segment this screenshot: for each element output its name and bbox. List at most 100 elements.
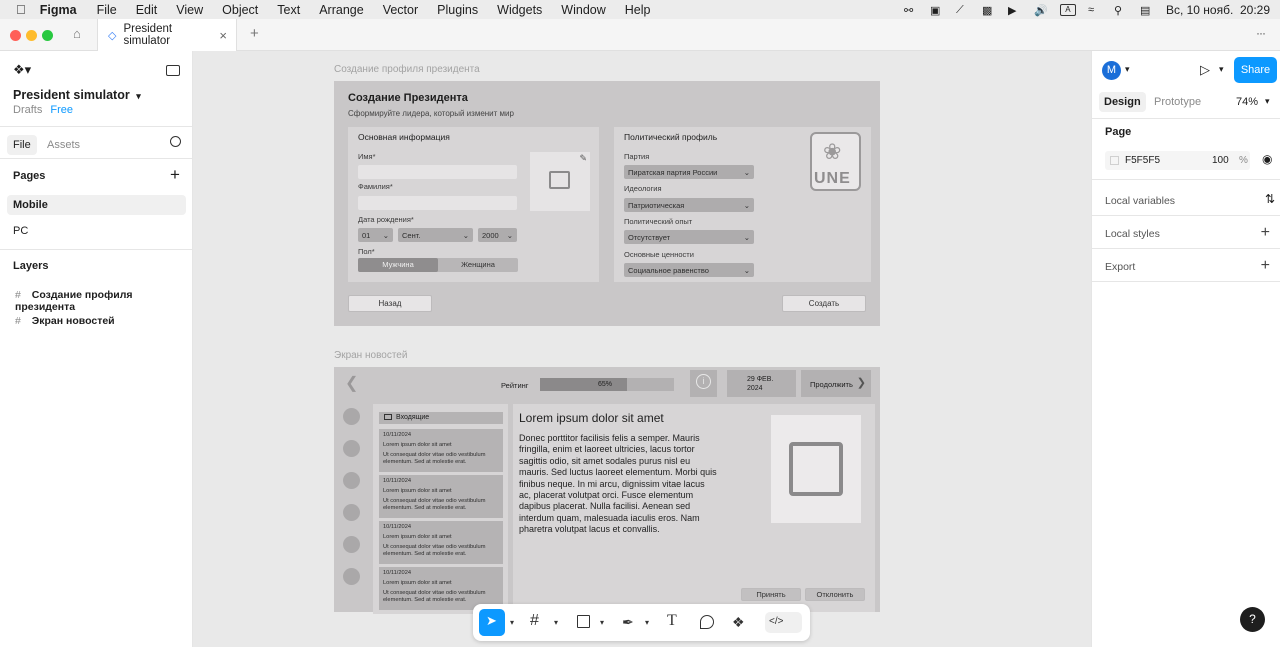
nav-dot[interactable] <box>343 440 360 457</box>
chevron-down-icon[interactable]: ▾ <box>1219 64 1224 75</box>
search-icon[interactable] <box>170 136 181 147</box>
sliders-icon[interactable]: ⇅ <box>1265 192 1275 206</box>
news-item[interactable]: 10/11/2024 Lorem ipsum dolor sit amet Ut… <box>379 521 503 564</box>
create-button[interactable]: Создать <box>782 295 866 312</box>
surname-field[interactable] <box>358 196 517 210</box>
gender-male-option[interactable]: Мужчина <box>358 258 438 272</box>
tab-design[interactable]: Design <box>1099 92 1146 112</box>
add-page-icon[interactable]: + <box>170 165 180 185</box>
move-tool[interactable]: ➤ <box>479 609 505 636</box>
news-item[interactable]: 10/11/2024 Lorem ipsum dolor sit amet Ut… <box>379 429 503 472</box>
nav-dot[interactable] <box>343 408 360 425</box>
accept-button[interactable]: Принять <box>741 588 801 601</box>
wifi-icon[interactable]: ≈ <box>1088 4 1102 16</box>
tab-president-simulator[interactable]: ◇ President simulator × <box>97 19 237 51</box>
nav-dot[interactable] <box>343 472 360 489</box>
pen-tool-icon[interactable]: ✒ <box>622 614 634 631</box>
chevron-down-icon[interactable]: ▾ <box>554 618 558 627</box>
menu-widgets[interactable]: Widgets <box>497 3 542 17</box>
menu-vector[interactable]: Vector <box>383 3 418 17</box>
back-chevron-icon[interactable]: ❮ <box>345 373 358 393</box>
toggle-sidebar-icon[interactable] <box>166 65 180 76</box>
tab-assets[interactable]: Assets <box>47 139 80 151</box>
gender-female-option[interactable]: Женщина <box>438 258 518 272</box>
menu-app-name[interactable]: Figma <box>40 3 77 17</box>
canvas[interactable]: Создание профиля президента Создание Пре… <box>193 51 1091 647</box>
home-icon[interactable]: ⌂ <box>73 26 81 41</box>
plan-badge[interactable]: Free <box>50 104 73 116</box>
zoom-level[interactable]: 74% <box>1236 96 1258 108</box>
file-title[interactable]: President simulator ▾ <box>13 88 141 102</box>
menu-object[interactable]: Object <box>222 3 258 17</box>
chevron-down-icon[interactable]: ▾ <box>600 618 604 627</box>
info-button[interactable]: i <box>690 370 717 397</box>
close-tab-icon[interactable]: × <box>219 28 227 43</box>
inbox-header[interactable]: Входящие <box>379 412 503 424</box>
avatar-upload[interactable]: ✎ <box>530 152 590 211</box>
export-label[interactable]: Export <box>1105 261 1135 273</box>
figma-status-icon[interactable]: ⚯ <box>904 4 918 17</box>
menu-view[interactable]: View <box>176 3 203 17</box>
menu-help[interactable]: Help <box>625 3 651 17</box>
menu-edit[interactable]: Edit <box>136 3 158 17</box>
frame-profile[interactable]: Создание Президента Сформируйте лидера, … <box>334 81 880 326</box>
play-circle-icon[interactable]: ▶ <box>1008 4 1022 17</box>
present-play-icon[interactable]: ▷ <box>1200 62 1210 78</box>
box-icon[interactable]: ▣ <box>930 4 944 17</box>
chevron-down-icon[interactable]: ▾ <box>1125 64 1130 75</box>
clock[interactable]: Вс, 10 нояб. 20:29 <box>1166 3 1270 17</box>
page-item-pc[interactable]: PC <box>13 225 28 237</box>
reject-button[interactable]: Отклонить <box>805 588 865 601</box>
close-window-button[interactable] <box>10 30 21 41</box>
menu-plugins[interactable]: Plugins <box>437 3 478 17</box>
control-center-icon[interactable]: ▤ <box>1140 4 1154 17</box>
menu-window[interactable]: Window <box>561 3 605 17</box>
comment-tool-icon[interactable] <box>700 615 714 629</box>
values-select[interactable]: Социальное равенство ⌄ <box>624 263 754 277</box>
news-item[interactable]: 10/11/2024 Lorem ipsum dolor sit amet Ut… <box>379 475 503 518</box>
frame-label-news[interactable]: Экран новостей <box>334 350 407 361</box>
new-tab-button[interactable]: + <box>250 25 259 42</box>
figma-menu-icon[interactable]: ❖▾ <box>13 62 31 78</box>
add-export-icon[interactable]: + <box>1261 257 1270 275</box>
layer-item-profile[interactable]: # Создание профиля президента <box>15 289 192 313</box>
frame-tool-icon[interactable]: # <box>530 612 539 630</box>
minimize-window-button[interactable] <box>26 30 37 41</box>
local-variables[interactable]: Local variables <box>1105 195 1175 207</box>
frame-label-profile[interactable]: Создание профиля президента <box>334 64 480 75</box>
local-styles[interactable]: Local styles <box>1105 228 1160 240</box>
rectangle-tool-icon[interactable] <box>577 615 590 628</box>
layer-item-news[interactable]: # Экран новостей <box>15 315 115 327</box>
frame-news[interactable]: ❮ Рейтинг 65% i 29 ФЕВ. 2024 Продолжить … <box>334 367 880 614</box>
zoom-window-button[interactable] <box>42 30 53 41</box>
help-button[interactable]: ? <box>1240 607 1265 632</box>
input-source-icon[interactable]: A <box>1059 3 1076 16</box>
page-color-field[interactable]: F5F5F5 100 % <box>1105 151 1250 170</box>
edit-pencil-icon[interactable]: ✎ <box>579 153 587 164</box>
add-style-icon[interactable]: + <box>1261 224 1270 242</box>
page-item-mobile[interactable]: Mobile <box>7 195 186 215</box>
day-select[interactable]: 01 ⌄ <box>358 228 393 242</box>
back-button[interactable]: Назад <box>348 295 432 312</box>
chevron-down-icon[interactable]: ▾ <box>510 618 514 627</box>
nav-dot[interactable] <box>343 504 360 521</box>
continue-button[interactable]: Продолжить ❯ <box>801 370 871 397</box>
tab-prototype[interactable]: Prototype <box>1154 96 1201 108</box>
chevron-down-icon[interactable]: ▾ <box>645 618 649 627</box>
visibility-eye-icon[interactable]: ◉ <box>1262 152 1272 166</box>
menu-file[interactable]: File <box>97 3 117 17</box>
nav-dot[interactable] <box>343 536 360 553</box>
year-select[interactable]: 2000 ⌄ <box>478 228 517 242</box>
screen-share-icon[interactable]: ▩ <box>982 4 996 17</box>
ideology-select[interactable]: Патриотическая ⌄ <box>624 198 754 212</box>
name-field[interactable] <box>358 165 517 179</box>
avatar[interactable]: M <box>1102 61 1121 80</box>
dev-mode-toggle[interactable]: </> <box>765 612 802 633</box>
party-select[interactable]: Пиратская партия России ⌄ <box>624 165 754 179</box>
month-select[interactable]: Сент. ⌄ <box>398 228 473 242</box>
drafts-link[interactable]: Drafts <box>13 104 42 116</box>
menu-text[interactable]: Text <box>277 3 300 17</box>
pen-slash-icon[interactable]: ⟋ <box>956 4 970 16</box>
nav-dot[interactable] <box>343 568 360 585</box>
chevron-down-icon[interactable]: ▾ <box>1265 96 1270 107</box>
